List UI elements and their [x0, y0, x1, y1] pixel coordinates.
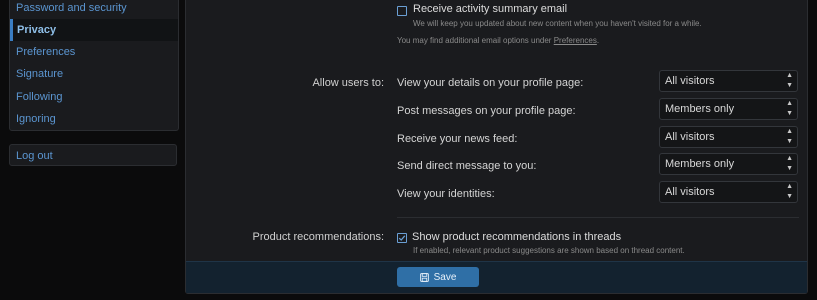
select-value: Members only	[665, 103, 735, 115]
logout-link[interactable]: Log out	[9, 144, 177, 166]
save-button[interactable]: Save	[397, 267, 479, 287]
sidebar-item-privacy[interactable]: Privacy	[10, 19, 178, 41]
sidebar-item-preferences[interactable]: Preferences	[10, 41, 178, 63]
direct-message-select[interactable]: Members only ▲ ▼	[659, 153, 798, 175]
sidebar-item-signature[interactable]: Signature	[10, 63, 178, 85]
email-options-end: .	[596, 36, 600, 45]
product-recommendations-hint: If enabled, relevant product suggestions…	[413, 246, 685, 255]
save-icon	[419, 272, 429, 282]
activity-summary-email-checkbox[interactable]	[397, 6, 407, 16]
privacy-row-label: View your identities:	[397, 188, 495, 200]
privacy-settings-panel: Receive activity summary email We will k…	[185, 0, 808, 294]
checkmark-icon	[398, 235, 406, 241]
chevron-updown-icon: ▲ ▼	[786, 155, 793, 172]
chevron-updown-icon: ▲ ▼	[786, 183, 793, 200]
chevron-updown-icon: ▲ ▼	[786, 100, 793, 117]
email-options-text: You may find additional email options un…	[397, 36, 554, 45]
save-button-label: Save	[433, 271, 457, 283]
product-recommendations-checkbox[interactable]	[397, 233, 407, 243]
section-divider	[397, 217, 799, 218]
form-footer: Save	[186, 261, 807, 293]
identities-select[interactable]: All visitors ▲ ▼	[659, 181, 798, 203]
activity-summary-email-label: Receive activity summary email	[413, 3, 568, 15]
chevron-updown-icon: ▲ ▼	[786, 128, 793, 145]
activity-summary-email-hint: We will keep you updated about new conte…	[413, 19, 702, 28]
privacy-row-label: Receive your news feed:	[397, 133, 518, 145]
product-recommendations-checkbox-label: Show product recommendations in threads	[412, 231, 622, 243]
email-options-note: You may find additional email options un…	[397, 36, 599, 45]
allow-users-label: Allow users to:	[312, 77, 384, 89]
privacy-row-label: View your details on your profile page:	[397, 77, 584, 89]
privacy-row-label: Post messages on your profile page:	[397, 105, 576, 117]
preferences-link[interactable]: Preferences	[554, 36, 597, 45]
news-feed-select[interactable]: All visitors ▲ ▼	[659, 126, 798, 148]
account-sidebar: Password and security Privacy Preference…	[9, 0, 179, 131]
chevron-updown-icon: ▲ ▼	[786, 72, 793, 89]
privacy-row-label: Send direct message to you:	[397, 160, 537, 172]
sidebar-item-password-security[interactable]: Password and security	[10, 0, 178, 19]
sidebar-item-following[interactable]: Following	[10, 86, 178, 108]
profile-details-select[interactable]: All visitors ▲ ▼	[659, 70, 798, 92]
product-recommendations-label: Product recommendations:	[252, 231, 384, 243]
select-value: All visitors	[665, 75, 715, 87]
profile-messages-select[interactable]: Members only ▲ ▼	[659, 98, 798, 120]
select-value: All visitors	[665, 131, 715, 143]
sidebar-item-ignoring[interactable]: Ignoring	[10, 108, 178, 130]
select-value: Members only	[665, 158, 735, 170]
select-value: All visitors	[665, 186, 715, 198]
